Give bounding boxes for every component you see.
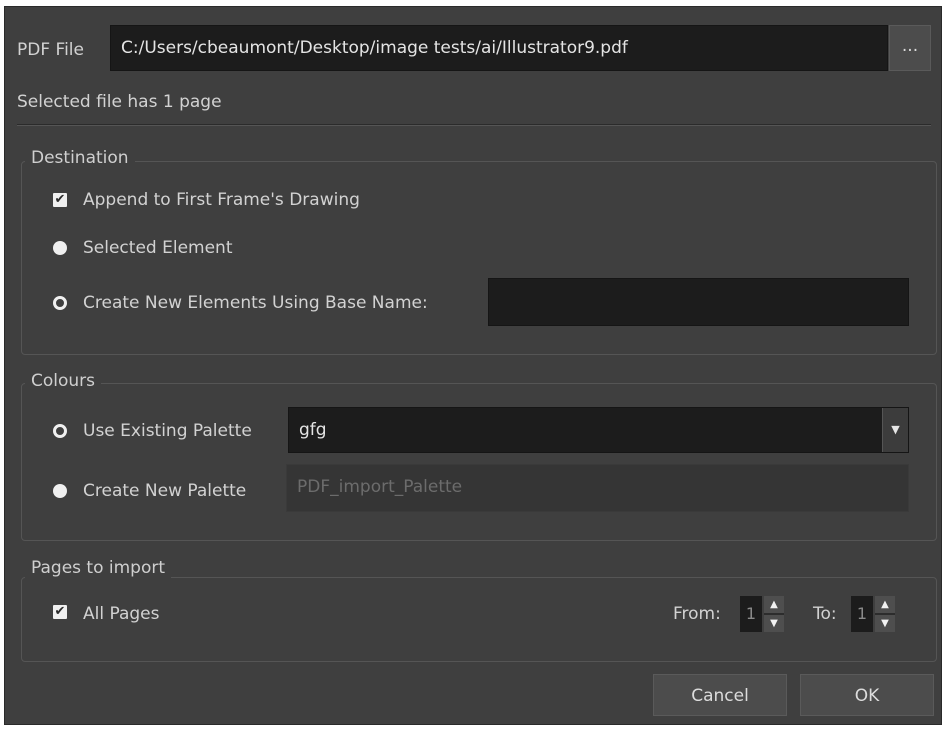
append-label[interactable]: Append to First Frame's Drawing bbox=[83, 190, 360, 210]
to-spin-down-icon[interactable]: ▼ bbox=[875, 615, 895, 632]
colours-legend: Colours bbox=[25, 371, 102, 391]
pdf-file-label: PDF File bbox=[17, 40, 84, 60]
create-new-palette-radio[interactable] bbox=[53, 484, 67, 498]
from-value[interactable]: 1 bbox=[740, 596, 762, 632]
destination-legend: Destination bbox=[25, 148, 135, 168]
create-new-palette-label[interactable]: Create New Palette bbox=[83, 481, 246, 501]
ok-button[interactable]: OK bbox=[800, 674, 934, 716]
to-spin-up-icon[interactable]: ▲ bbox=[875, 596, 895, 613]
to-value[interactable]: 1 bbox=[851, 596, 873, 632]
from-label: From: bbox=[673, 604, 721, 624]
from-spinbox[interactable]: 1 ▲ ▼ bbox=[740, 596, 798, 632]
pdf-file-path-field[interactable]: C:/Users/cbeaumont/Desktop/image tests/a… bbox=[110, 25, 888, 71]
append-checkbox[interactable]: ✔ bbox=[53, 193, 67, 207]
use-existing-palette-radio[interactable] bbox=[53, 424, 67, 438]
selected-element-radio[interactable] bbox=[53, 241, 67, 255]
existing-palette-value: gfg bbox=[299, 420, 327, 440]
from-spin-down-icon[interactable]: ▼ bbox=[764, 615, 784, 632]
all-pages-label[interactable]: All Pages bbox=[83, 604, 160, 624]
from-spin-up-icon[interactable]: ▲ bbox=[764, 596, 784, 613]
pages-legend: Pages to import bbox=[25, 558, 172, 578]
cancel-button[interactable]: Cancel bbox=[653, 674, 787, 716]
selected-element-label[interactable]: Selected Element bbox=[83, 238, 232, 258]
chevron-down-icon[interactable]: ▼ bbox=[882, 408, 908, 452]
new-palette-name-input[interactable]: PDF_import_Palette bbox=[286, 464, 909, 512]
selected-file-status: Selected file has 1 page bbox=[17, 92, 222, 112]
create-new-elements-label[interactable]: Create New Elements Using Base Name: bbox=[83, 293, 428, 313]
all-pages-checkbox[interactable]: ✔ bbox=[53, 605, 67, 619]
use-existing-palette-label[interactable]: Use Existing Palette bbox=[83, 421, 252, 441]
header-separator bbox=[17, 124, 931, 126]
base-name-input[interactable] bbox=[488, 278, 909, 326]
to-spinbox[interactable]: 1 ▲ ▼ bbox=[851, 596, 909, 632]
pdf-import-dialog: PDF File C:/Users/cbeaumont/Desktop/imag… bbox=[4, 6, 942, 725]
to-label: To: bbox=[813, 604, 837, 624]
create-new-elements-radio[interactable] bbox=[53, 296, 67, 310]
browse-button[interactable]: ... bbox=[889, 25, 931, 71]
existing-palette-select[interactable]: gfg ▼ bbox=[288, 407, 909, 453]
